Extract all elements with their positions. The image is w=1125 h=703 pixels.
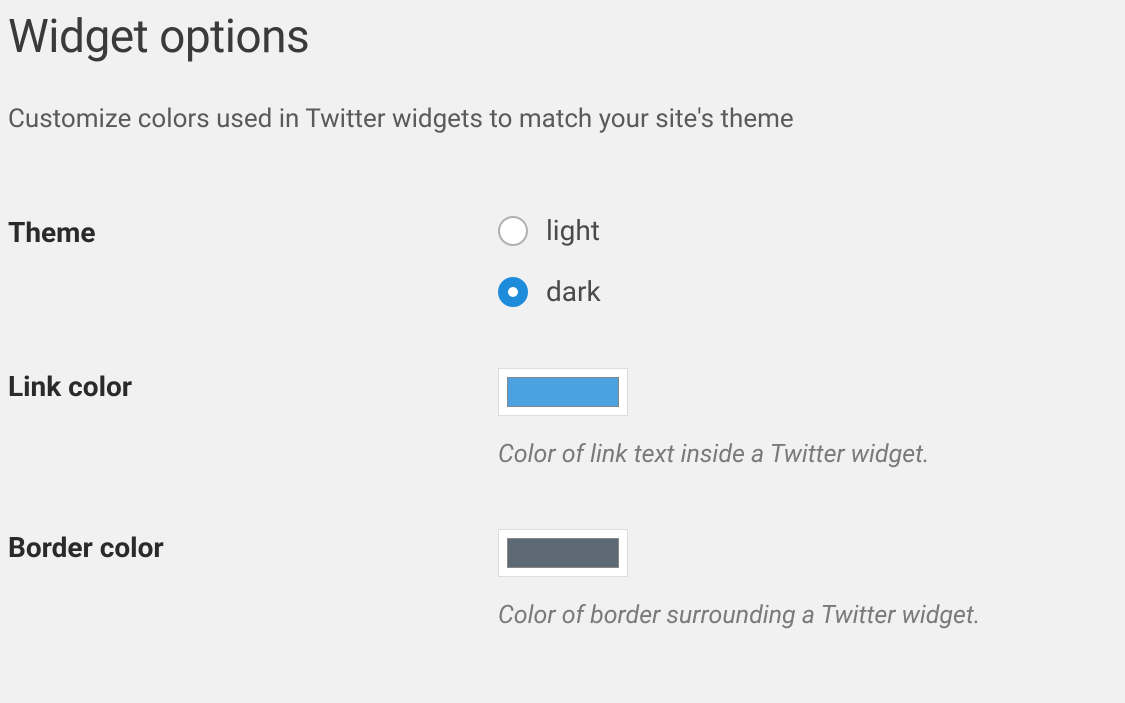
theme-radio-group: light dark [498,214,1125,308]
theme-label: Theme [8,214,498,249]
link-color-help: Color of link text inside a Twitter widg… [498,440,1125,469]
radio-icon [498,216,528,246]
theme-option-label: light [546,214,600,247]
border-color-row: Border color Color of border surrounding… [0,529,1125,630]
page-title: Widget options [0,0,1125,64]
link-color-swatch[interactable] [507,377,619,407]
page-description: Customize colors used in Twitter widgets… [0,104,1125,134]
border-color-label: Border color [8,529,498,564]
border-color-help: Color of border surrounding a Twitter wi… [498,601,1125,630]
theme-option-light[interactable]: light [498,214,1125,247]
radio-icon-selected [498,277,528,307]
link-color-row: Link color Color of link text inside a T… [0,368,1125,469]
border-color-swatch-wrapper [498,529,628,577]
theme-option-label: dark [546,275,601,308]
border-color-swatch[interactable] [507,538,619,568]
link-color-label: Link color [8,368,498,403]
theme-option-dark[interactable]: dark [498,275,1125,308]
link-color-swatch-wrapper [498,368,628,416]
theme-row: Theme light dark [0,214,1125,308]
